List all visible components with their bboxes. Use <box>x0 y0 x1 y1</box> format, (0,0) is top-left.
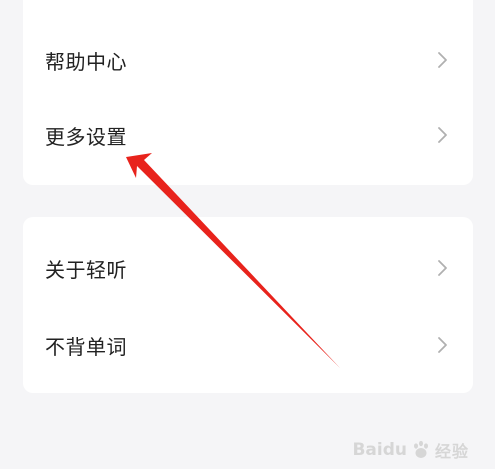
baidu-paw-icon <box>413 440 428 458</box>
chevron-right-icon <box>437 126 449 144</box>
chevron-right-icon <box>437 259 449 277</box>
menu-item-label: 更多设置 <box>45 124 127 149</box>
menu-item-bubei-danci[interactable]: 不背单词 <box>23 325 473 365</box>
menu-item-more-settings[interactable]: 更多设置 <box>23 115 473 155</box>
chevron-right-icon <box>437 336 449 354</box>
watermark-brand: Baidu <box>352 440 407 460</box>
baidu-jingyan-watermark: Baidu 经验 <box>352 437 469 463</box>
menu-item-about[interactable]: 关于轻听 <box>23 248 473 288</box>
settings-card-top: 帮助中心 更多设置 <box>23 0 473 185</box>
menu-item-label: 帮助中心 <box>45 49 127 74</box>
settings-card-bottom: 关于轻听 不背单词 <box>23 217 473 393</box>
menu-item-label: 关于轻听 <box>45 257 127 282</box>
watermark-suffix: 经验 <box>434 442 469 461</box>
menu-item-label: 不背单词 <box>45 334 127 359</box>
chevron-right-icon <box>437 51 449 69</box>
menu-item-help-center[interactable]: 帮助中心 <box>23 40 473 80</box>
